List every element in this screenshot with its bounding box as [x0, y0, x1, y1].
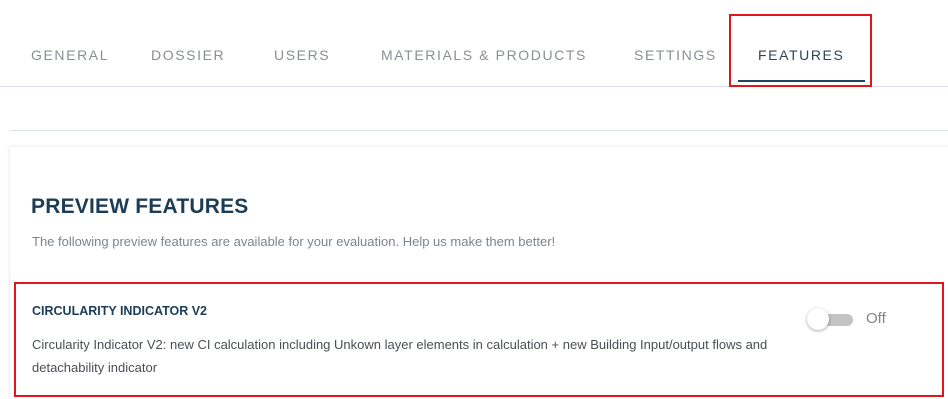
feature-description: Circularity Indicator V2: new CI calcula… — [32, 337, 768, 375]
toggle-state-label: Off — [866, 310, 886, 327]
feature-title: CIRCULARITY INDICATOR V2 — [32, 304, 208, 318]
tab-settings[interactable]: SETTINGS — [634, 46, 717, 64]
section-title: PREVIEW FEATURES — [31, 195, 249, 218]
feature-toggle[interactable] — [807, 308, 857, 332]
tab-dossier[interactable]: DOSSIER — [151, 46, 225, 64]
tab-general[interactable]: GENERAL — [31, 46, 109, 64]
toggle-knob — [807, 308, 829, 330]
divider — [10, 130, 948, 131]
section-description: The following preview features are avail… — [32, 234, 556, 249]
highlight-box-features-tab — [729, 14, 872, 87]
tab-users[interactable]: USERS — [274, 46, 330, 64]
tab-materials-products[interactable]: MATERIALS & PRODUCTS — [381, 46, 587, 64]
